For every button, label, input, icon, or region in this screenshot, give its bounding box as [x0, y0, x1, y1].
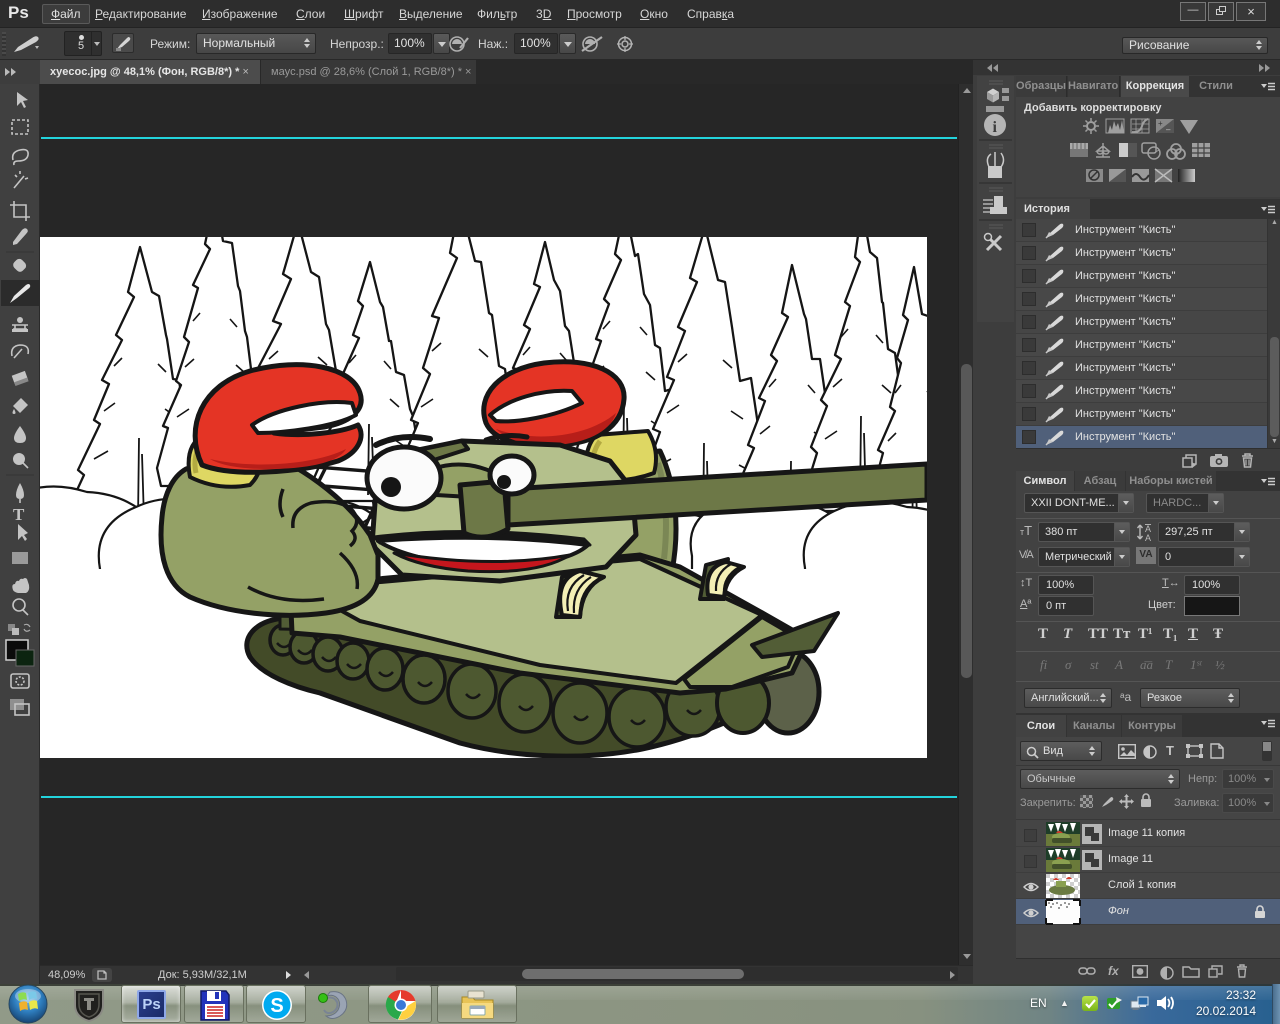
svg-text:i: i — [993, 119, 998, 136]
svg-text:S: S — [270, 995, 283, 1017]
svg-text:+: + — [1158, 119, 1163, 128]
svg-text:–: – — [1166, 125, 1171, 134]
svg-text:A: A — [1145, 533, 1151, 541]
svg-text:T: T — [13, 505, 25, 524]
